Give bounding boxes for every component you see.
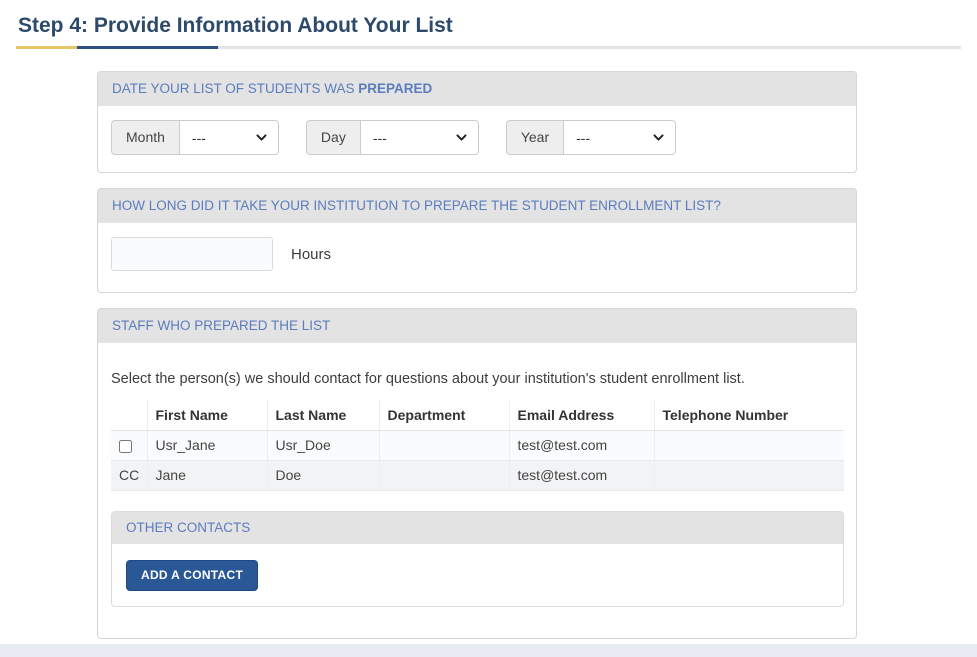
column-header-first-name: First Name — [147, 400, 267, 430]
email-cell: test@test.com — [509, 460, 654, 490]
duration-section: HOW LONG DID IT TAKE YOUR INSTITUTION TO… — [97, 188, 857, 293]
email-cell: test@test.com — [509, 430, 654, 460]
date-heading-bold-text: PREPARED — [358, 81, 432, 96]
page-title: Step 4: Provide Information About Your L… — [18, 14, 977, 38]
month-select-value: --- — [192, 130, 206, 146]
staff-instruction: Select the person(s) we should contact f… — [111, 371, 843, 387]
table-row: Usr_Jane Usr_Doe test@test.com — [111, 430, 844, 460]
contact-select-cell — [111, 430, 147, 460]
title-underline — [16, 46, 961, 49]
table-row: CC Jane Doe test@test.com — [111, 460, 844, 490]
chevron-down-icon — [455, 131, 468, 144]
day-field: Day --- — [306, 120, 479, 155]
month-label: Month — [111, 120, 179, 155]
underline-gold-segment — [16, 46, 77, 49]
main-content: DATE YOUR LIST OF STUDENTS WAS PREPARED … — [97, 71, 857, 639]
first-name-cell: Usr_Jane — [147, 430, 267, 460]
contact-cc-cell: CC — [111, 460, 147, 490]
chevron-down-icon — [652, 131, 665, 144]
column-header-department: Department — [379, 400, 509, 430]
telephone-cell — [654, 430, 844, 460]
first-name-cell: Jane — [147, 460, 267, 490]
contact-select-checkbox[interactable] — [119, 440, 132, 453]
column-header-last-name: Last Name — [267, 400, 379, 430]
hours-unit-label: Hours — [291, 246, 331, 263]
other-contacts-heading: OTHER CONTACTS — [112, 512, 843, 544]
year-field: Year --- — [506, 120, 676, 155]
department-cell — [379, 460, 509, 490]
staff-heading: STAFF WHO PREPARED THE LIST — [98, 309, 856, 343]
date-prepared-section: DATE YOUR LIST OF STUDENTS WAS PREPARED … — [97, 71, 857, 173]
month-field: Month --- — [111, 120, 279, 155]
last-name-cell: Doe — [267, 460, 379, 490]
duration-heading: HOW LONG DID IT TAKE YOUR INSTITUTION TO… — [98, 189, 856, 223]
day-label: Day — [306, 120, 360, 155]
hours-input[interactable] — [111, 237, 273, 271]
month-select[interactable]: --- — [179, 120, 279, 155]
underline-navy-segment — [77, 46, 218, 49]
contacts-table: First Name Last Name Department Email Ad… — [111, 400, 844, 491]
year-select-value: --- — [576, 130, 590, 146]
date-prepared-heading: DATE YOUR LIST OF STUDENTS WAS PREPARED — [98, 72, 856, 106]
telephone-cell — [654, 460, 844, 490]
date-fields-row: Month --- Day --- Year --- — [98, 106, 856, 172]
date-heading-text: DATE YOUR LIST OF STUDENTS WAS — [112, 81, 358, 96]
contacts-table-header-row: First Name Last Name Department Email Ad… — [111, 400, 844, 430]
staff-body: Select the person(s) we should contact f… — [98, 343, 856, 638]
year-select[interactable]: --- — [563, 120, 676, 155]
last-name-cell: Usr_Doe — [267, 430, 379, 460]
bottom-strip — [0, 644, 977, 657]
chevron-down-icon — [255, 131, 268, 144]
other-contacts-body: ADD A CONTACT — [112, 544, 843, 606]
other-contacts-section: OTHER CONTACTS ADD A CONTACT — [111, 511, 844, 607]
column-header-select — [111, 400, 147, 430]
year-label: Year — [506, 120, 563, 155]
column-header-email: Email Address — [509, 400, 654, 430]
day-select[interactable]: --- — [360, 120, 479, 155]
add-contact-button[interactable]: ADD A CONTACT — [126, 560, 258, 591]
day-select-value: --- — [373, 130, 387, 146]
column-header-telephone: Telephone Number — [654, 400, 844, 430]
staff-section: STAFF WHO PREPARED THE LIST Select the p… — [97, 308, 857, 639]
duration-fields-row: Hours — [98, 223, 856, 292]
department-cell — [379, 430, 509, 460]
